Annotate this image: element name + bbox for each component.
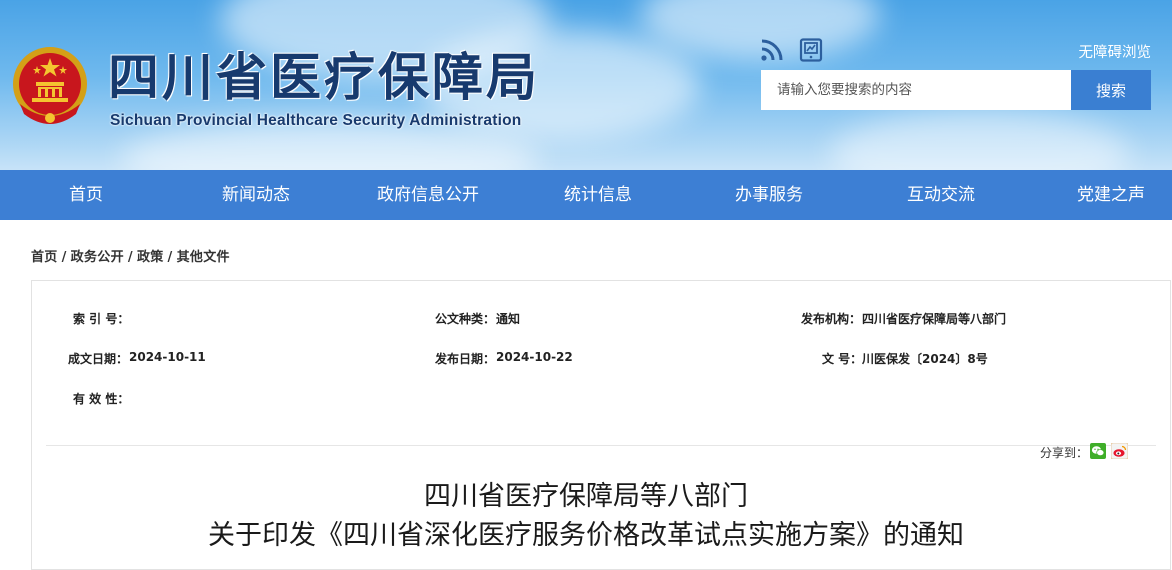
- breadcrumb-policy[interactable]: 政策: [137, 250, 164, 265]
- meta-validity-label: 有 效 性：: [73, 392, 130, 406]
- site-subtitle: Sichuan Provincial Healthcare Security A…: [110, 112, 522, 129]
- breadcrumb-separator: /: [167, 250, 173, 265]
- meta-index-label: 索 引 号：: [73, 312, 130, 326]
- meta-publish-date-value: 2024-10-22: [496, 350, 573, 364]
- meta-category-value: 通知: [496, 312, 521, 326]
- share-label: 分享到：: [1040, 446, 1089, 460]
- meta-publish-date-label: 发布日期：: [435, 352, 496, 366]
- main-nav: 首页 新闻动态 政府信息公开 统计信息 办事服务 互动交流 党建之声: [0, 170, 1172, 220]
- meta-written-date-value: 2024-10-11: [129, 350, 206, 364]
- nav-item-interaction[interactable]: 互动交流: [907, 170, 975, 220]
- weibo-icon[interactable]: [1111, 443, 1128, 459]
- nav-item-news[interactable]: 新闻动态: [222, 170, 290, 220]
- meta-divider: [46, 445, 1156, 446]
- breadcrumb-gov-affairs[interactable]: 政务公开: [71, 250, 124, 265]
- article-title-line1: 四川省医疗保障局等八部门: [424, 481, 748, 512]
- breadcrumb: 首页 / 政务公开 / 政策 / 其他文件: [31, 246, 230, 265]
- search-input[interactable]: [761, 70, 1071, 110]
- site-title: 四川省医疗保障局: [108, 48, 541, 108]
- breadcrumb-separator: /: [61, 250, 67, 265]
- breadcrumb-separator: /: [127, 250, 133, 265]
- cloud-decoration: [830, 110, 1130, 170]
- meta-doc-number-value: 川医保发〔2024〕8号: [862, 352, 988, 366]
- header-banner: 四川省医疗保障局 Sichuan Provincial Healthcare S…: [0, 0, 1172, 170]
- meta-written-date-label: 成文日期：: [68, 352, 129, 366]
- wechat-icon[interactable]: [1090, 443, 1106, 459]
- accessible-browse-link[interactable]: 无障碍浏览: [1079, 41, 1152, 62]
- article-title-line2: 关于印发《四川省深化医疗服务价格改革试点实施方案》的通知: [208, 520, 964, 551]
- breadcrumb-home[interactable]: 首页: [31, 250, 58, 265]
- search-button[interactable]: 搜索: [1071, 70, 1151, 110]
- meta-doc-number-label: 文 号：: [822, 352, 863, 366]
- meta-category-label: 公文种类：: [435, 312, 496, 326]
- nav-item-party[interactable]: 党建之声: [1077, 170, 1145, 220]
- nav-item-services[interactable]: 办事服务: [735, 170, 803, 220]
- meta-issuer-label: 发布机构：: [801, 312, 862, 326]
- breadcrumb-other-docs[interactable]: 其他文件: [177, 250, 230, 265]
- nav-item-gov-info[interactable]: 政府信息公开: [377, 170, 479, 220]
- mobile-icon[interactable]: [799, 38, 823, 62]
- meta-issuer-value: 四川省医疗保障局等八部门: [862, 312, 1007, 326]
- nav-item-statistics[interactable]: 统计信息: [564, 170, 632, 220]
- rss-icon[interactable]: [760, 38, 784, 62]
- nav-item-home[interactable]: 首页: [69, 170, 103, 220]
- emblem-icon: [13, 47, 87, 124]
